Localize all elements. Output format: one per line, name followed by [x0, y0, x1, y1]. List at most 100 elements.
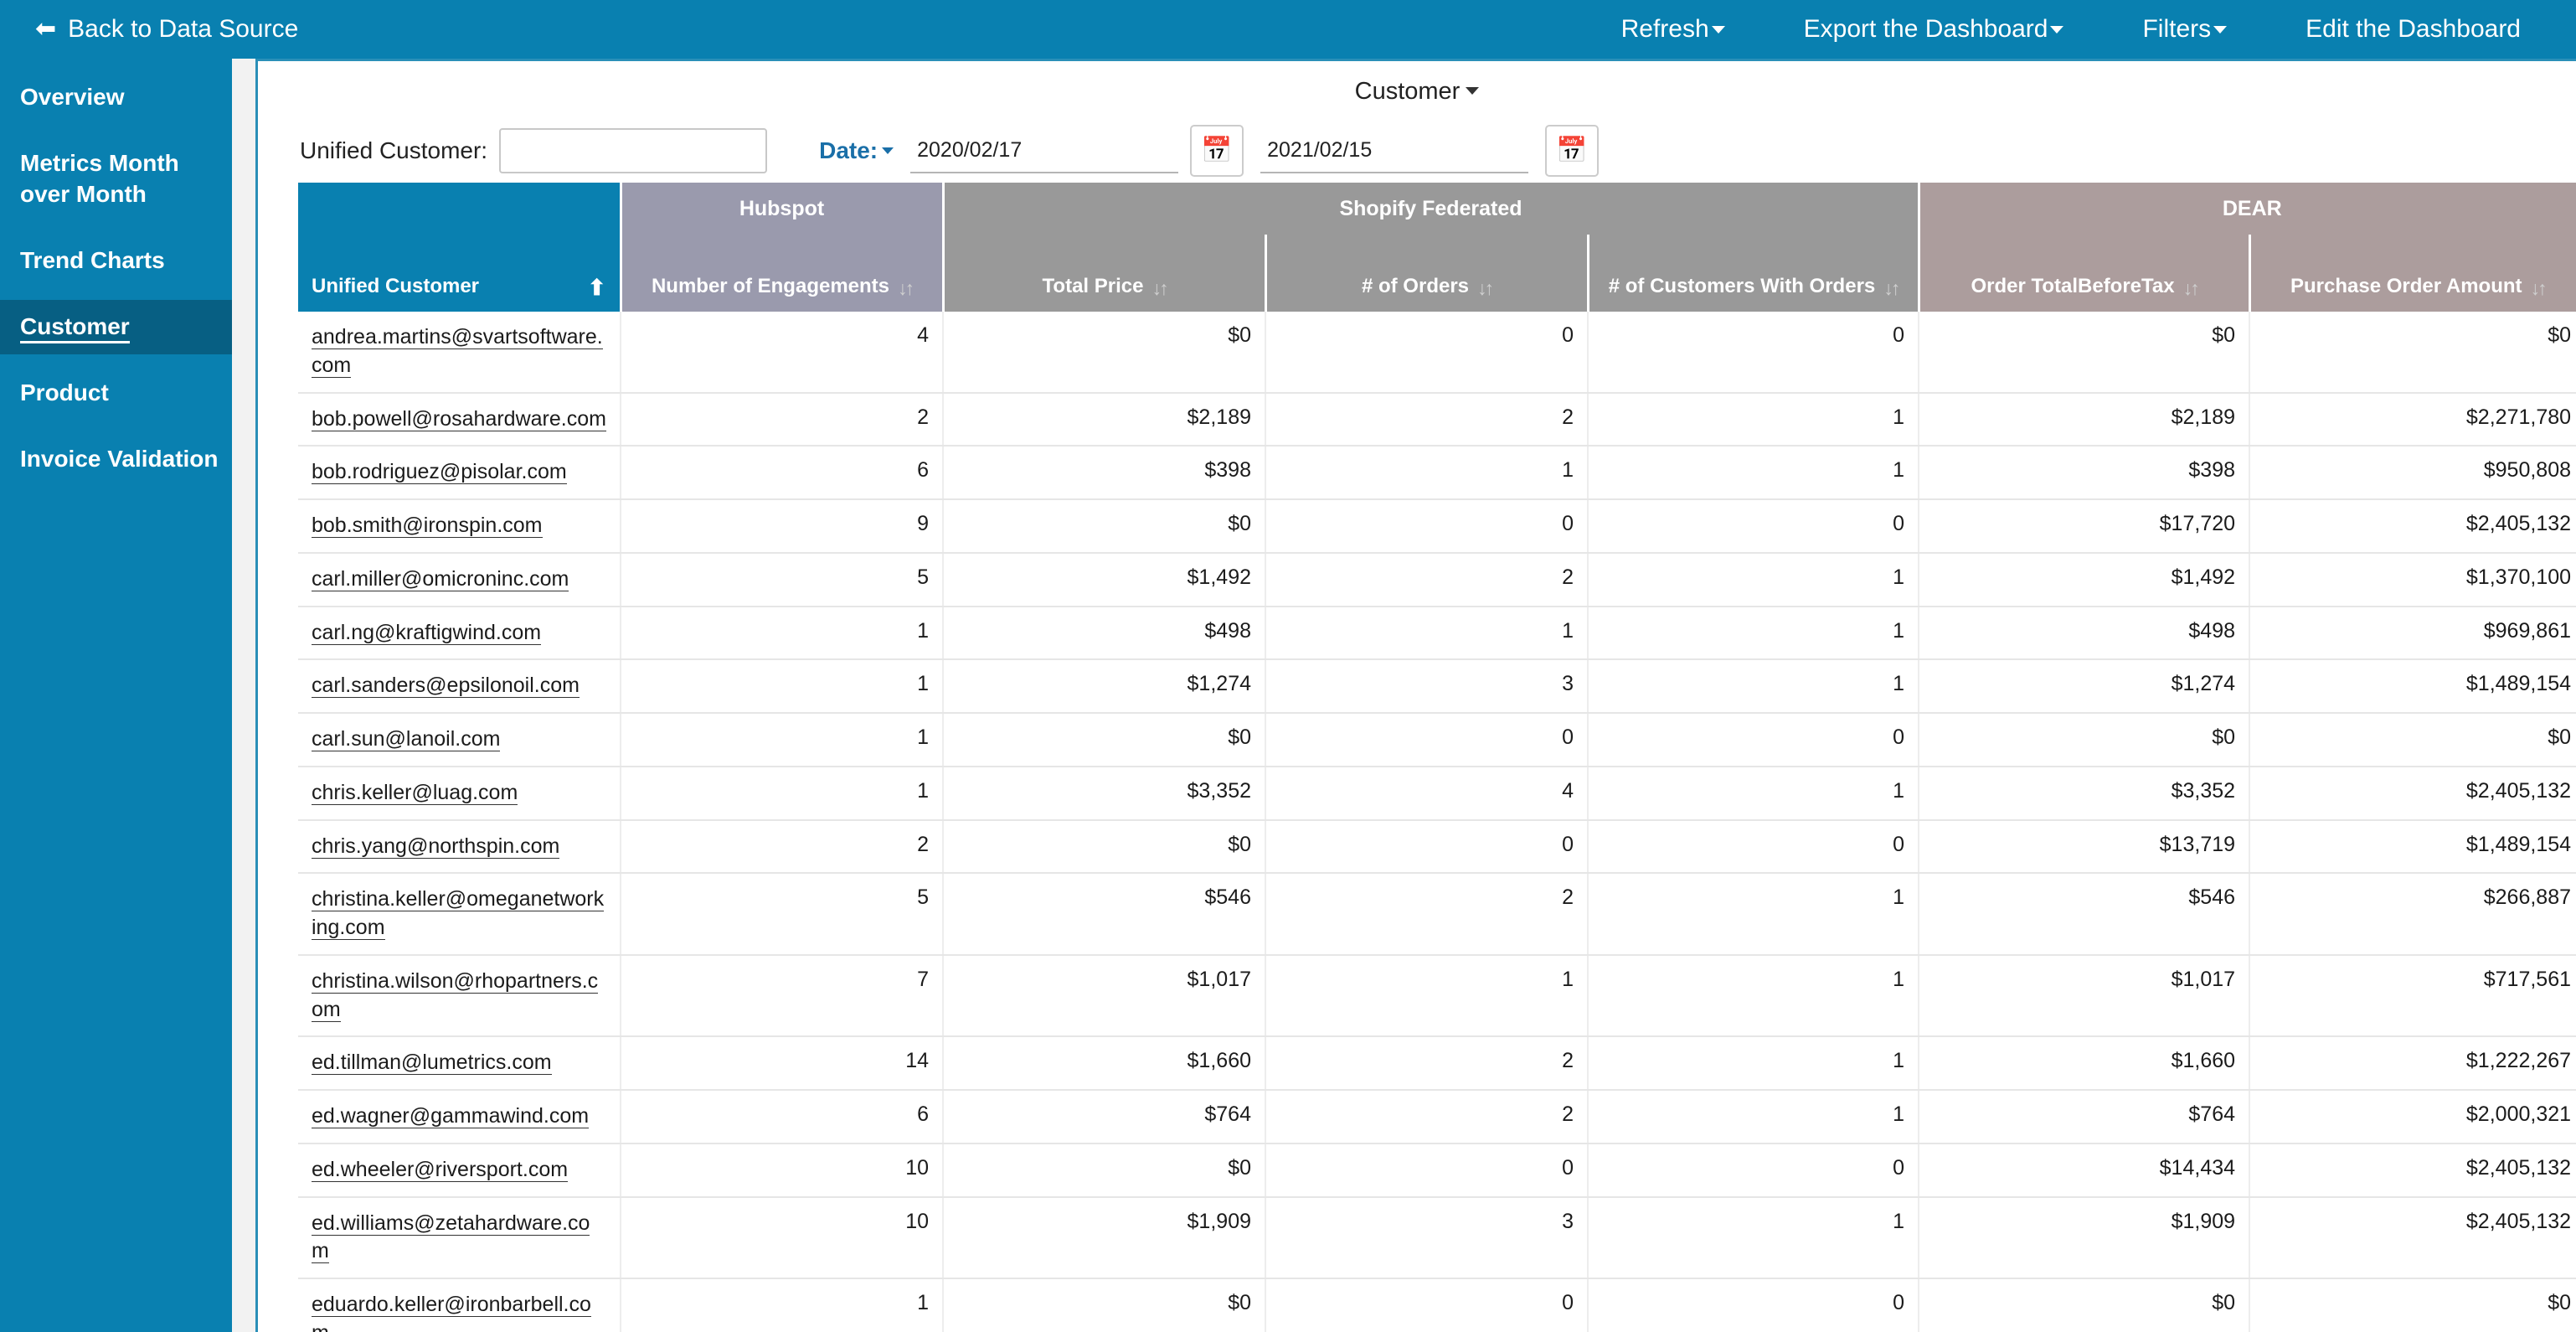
cell-customers-with-orders: 1	[1588, 659, 1920, 714]
table-row[interactable]: ed.tillman@lumetrics.com 14 $1,660 2 1 $1,660…	[298, 1036, 2576, 1091]
customer-email-link[interactable]: bob.rodriguez@pisolar.com	[312, 460, 567, 485]
table-row[interactable]: christina.keller@omeganetworking.com 5 $54…	[298, 873, 2576, 956]
sidebar-item-invoice-validation[interactable]: Invoice Validation	[0, 432, 232, 487]
sidebar-item-overview[interactable]: Overview	[0, 70, 232, 125]
cell-unified-customer[interactable]: christina.wilson@rhopartners.com	[298, 954, 621, 1038]
cell-unified-customer[interactable]: christina.keller@omeganetworking.com	[298, 873, 621, 956]
table-row[interactable]: carl.ng@kraftigwind.com 1 $498 1 1 $498 $969,8…	[298, 606, 2576, 661]
cell-unified-customer[interactable]: bob.rodriguez@pisolar.com	[298, 446, 621, 500]
cell-unified-customer[interactable]: bob.smith@ironspin.com	[298, 499, 621, 554]
sort-toggle-icon[interactable]: ↓↑	[898, 279, 914, 298]
table-row[interactable]: bob.rodriguez@pisolar.com 6 $398 1 1 $398 $950…	[298, 446, 2576, 500]
date-to-calendar-button[interactable]: 📅	[1545, 125, 1600, 177]
customer-email-link[interactable]: carl.ng@kraftigwind.com	[312, 620, 542, 645]
customer-email-link[interactable]: carl.sanders@epsilonoil.com	[312, 674, 580, 699]
table-row[interactable]: eduardo.keller@ironbarbell.com1$000$0$0	[298, 1278, 2576, 1332]
edit-dashboard-button[interactable]: Edit the Dashboard	[2306, 15, 2521, 44]
customer-email-link[interactable]: chris.keller@luag.com	[312, 780, 518, 805]
cell-customers-with-orders: 0	[1588, 1143, 1920, 1198]
customer-email-link[interactable]: christina.keller@omeganetworking.com	[312, 887, 605, 940]
cell-unified-customer[interactable]: carl.miller@omicroninc.com	[298, 552, 621, 607]
cell-unified-customer[interactable]: ed.williams@zetahardware.com	[298, 1196, 621, 1279]
table-row[interactable]: chris.keller@luag.com 1 $3,352 4 1 $3,352 $2,4…	[298, 766, 2576, 821]
table-row[interactable]: christina.wilson@rhopartners.com 7 $1,017 1…	[298, 954, 2576, 1038]
sidebar-item-label: Customer	[20, 312, 130, 343]
column-header-number-of-engagements[interactable]: Number of Engagements ↓↑	[621, 235, 945, 312]
unified-customer-input[interactable]	[499, 128, 768, 173]
cell-unified-customer[interactable]: chris.keller@luag.com	[298, 766, 621, 821]
column-header-purchase-order-amount[interactable]: Purchase Order Amount ↓↑	[2249, 235, 2576, 312]
date-from-input[interactable]	[910, 128, 1179, 173]
cell-total-price: $1,017	[943, 954, 1266, 1038]
page-title[interactable]: Customer	[258, 61, 2576, 106]
table-row[interactable]: bob.powell@rosahardware.com 2 $2,189 2 1 $2,1…	[298, 392, 2576, 447]
cell-number-of-orders: 4	[1265, 766, 1589, 821]
customer-table-container: Hubspot Shopify Federated DEAR Unified C…	[258, 178, 2576, 1332]
customer-email-link[interactable]: christina.wilson@rhopartners.com	[312, 968, 599, 1022]
table-row[interactable]: chris.yang@northspin.com 2 $0 0 0 $13,719 $1,4…	[298, 819, 2576, 875]
cell-unified-customer[interactable]: carl.ng@kraftigwind.com	[298, 606, 621, 661]
sort-toggle-icon[interactable]: ↓↑	[1151, 279, 1168, 298]
date-filter-menu[interactable]: Date:	[819, 137, 894, 164]
customer-email-link[interactable]: ed.wagner@gammawind.com	[312, 1104, 590, 1128]
cell-unified-customer[interactable]: ed.tillman@lumetrics.com	[298, 1036, 621, 1091]
table-row[interactable]: ed.wheeler@riversport.com 10 $0 0 0 $14,434 $2…	[298, 1143, 2576, 1198]
column-header-number-of-orders[interactable]: # of Orders ↓↑	[1265, 235, 1589, 312]
cell-unified-customer[interactable]: carl.sun@lanoil.com	[298, 713, 621, 767]
filter-bar: Unified Customer: Date: 📅 📅	[258, 106, 2576, 178]
table-row[interactable]: carl.sun@lanoil.com 1 $0 0 0 $0 $0	[298, 713, 2576, 767]
table-row[interactable]: andrea.martins@svartsoftware.com 4 $0 0 0 $0 $…	[298, 312, 2576, 394]
cell-total-price: $0	[943, 1278, 1266, 1332]
sort-toggle-icon[interactable]: ↓↑	[2531, 279, 2548, 298]
cell-number-of-engagements: 6	[621, 1090, 944, 1144]
cell-unified-customer[interactable]: andrea.martins@svartsoftware.com	[298, 312, 621, 394]
column-header-customers-with-orders[interactable]: # of Customers With Orders ↓↑	[1588, 235, 1920, 312]
date-from-calendar-button[interactable]: 📅	[1190, 125, 1244, 177]
sidebar-item-trend-charts[interactable]: Trend Charts	[0, 234, 232, 288]
column-header-order-total-before-tax[interactable]: Order TotalBeforeTax ↓↑	[1919, 235, 2251, 312]
customer-email-link[interactable]: ed.tillman@lumetrics.com	[312, 1051, 552, 1076]
cell-unified-customer[interactable]: ed.wheeler@riversport.com	[298, 1143, 621, 1198]
sidebar-item-product[interactable]: Product	[0, 366, 232, 421]
filters-menu[interactable]: Filters	[2142, 15, 2228, 44]
cell-order-total-before-tax: $398	[1919, 446, 2251, 500]
refresh-menu[interactable]: Refresh	[1621, 15, 1725, 44]
date-to-input[interactable]	[1260, 128, 1529, 173]
customer-email-link[interactable]: carl.miller@omicroninc.com	[312, 566, 569, 591]
customer-email-link[interactable]: ed.williams@zetahardware.com	[312, 1211, 590, 1264]
customer-email-link[interactable]: chris.yang@northspin.com	[312, 834, 560, 859]
back-to-data-source-button[interactable]: ⬅ Back to Data Source	[35, 15, 298, 44]
cell-total-price: $546	[943, 873, 1266, 956]
cell-unified-customer[interactable]: chris.yang@northspin.com	[298, 819, 621, 875]
column-header-unified-customer[interactable]: Unified Customer ⬆	[298, 235, 622, 312]
cell-unified-customer[interactable]: carl.sanders@epsilonoil.com	[298, 659, 621, 714]
table-row[interactable]: carl.miller@omicroninc.com 5 $1,492 2 1 $1,49…	[298, 552, 2576, 607]
cell-unified-customer[interactable]: eduardo.keller@ironbarbell.com	[298, 1278, 621, 1332]
sort-ascending-icon[interactable]: ⬆	[588, 276, 606, 298]
table-row[interactable]: carl.sanders@epsilonoil.com 1 $1,274 3 1 $1,2…	[298, 659, 2576, 714]
customer-email-link[interactable]: andrea.martins@svartsoftware.com	[312, 325, 603, 378]
table-row[interactable]: ed.wagner@gammawind.com 6 $764 2 1 $764 $2,000…	[298, 1090, 2576, 1144]
sidebar-item-customer[interactable]: Customer	[0, 299, 232, 354]
sort-toggle-icon[interactable]: ↓↑	[1477, 279, 1494, 298]
back-to-data-source-label: Back to Data Source	[68, 15, 299, 43]
cell-number-of-engagements: 7	[621, 954, 944, 1038]
column-header-total-price[interactable]: Total Price ↓↑	[943, 235, 1267, 312]
table-row[interactable]: ed.williams@zetahardware.com 10 $1,909 3 1 $1…	[298, 1196, 2576, 1279]
cell-unified-customer[interactable]: ed.wagner@gammawind.com	[298, 1090, 621, 1144]
customer-email-link[interactable]: bob.powell@rosahardware.com	[312, 406, 606, 431]
sort-toggle-icon[interactable]: ↓↑	[2183, 279, 2200, 298]
customer-email-link[interactable]: bob.smith@ironspin.com	[312, 514, 543, 538]
sidebar-content-divider	[232, 59, 255, 1332]
table-row[interactable]: bob.smith@ironspin.com 9 $0 0 0 $17,720 $2,405…	[298, 499, 2576, 554]
unified-customer-label: Unified Customer:	[300, 137, 488, 163]
export-dashboard-menu[interactable]: Export the Dashboard	[1804, 15, 2064, 44]
sort-toggle-icon[interactable]: ↓↑	[1883, 279, 1900, 298]
customer-email-link[interactable]: carl.sun@lanoil.com	[312, 727, 501, 751]
cell-unified-customer[interactable]: bob.powell@rosahardware.com	[298, 392, 621, 447]
sidebar-item-label: Metrics Month over Month	[20, 149, 179, 207]
cell-customers-with-orders: 0	[1588, 312, 1920, 394]
customer-email-link[interactable]: eduardo.keller@ironbarbell.com	[312, 1293, 591, 1332]
sidebar-item-metrics-month-over-month[interactable]: Metrics Month over Month	[0, 137, 232, 222]
customer-email-link[interactable]: ed.wheeler@riversport.com	[312, 1157, 569, 1182]
